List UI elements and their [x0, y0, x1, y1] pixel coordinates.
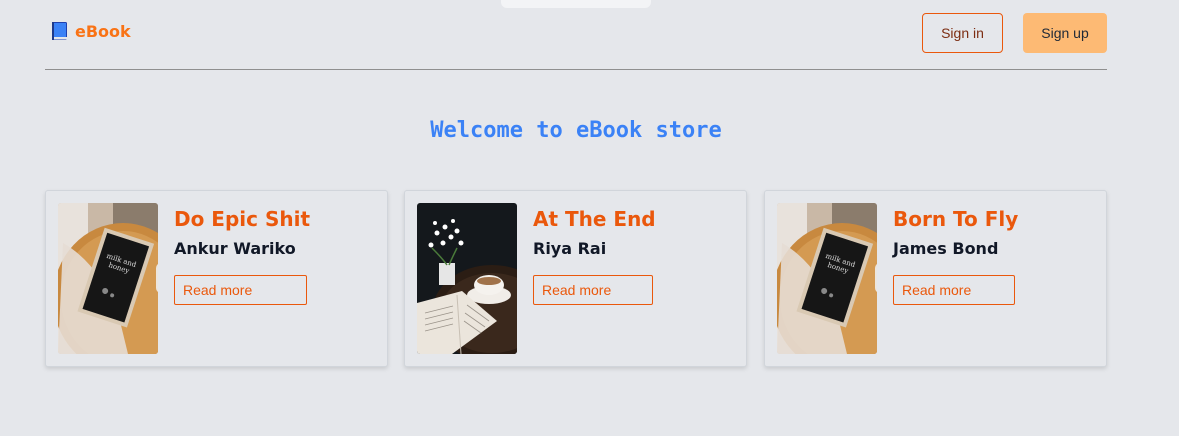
book-author: James Bond [893, 239, 999, 258]
book-cover-image [417, 203, 517, 354]
read-more-button[interactable]: Read more [893, 275, 1015, 305]
read-more-button[interactable]: Read more [174, 275, 307, 305]
book-author: Ankur Wariko [174, 239, 296, 258]
book-card: At The End Riya Rai Read more [404, 190, 747, 367]
book-cover-image: milk and honey [777, 203, 877, 354]
read-more-button[interactable]: Read more [533, 275, 653, 305]
book-author: Riya Rai [533, 239, 607, 258]
book-title: Born To Fly [893, 207, 1019, 231]
sign-up-button[interactable]: Sign up [1023, 13, 1107, 53]
sign-in-button[interactable]: Sign in [922, 13, 1003, 53]
book-title: Do Epic Shit [174, 207, 311, 231]
brand-link[interactable]: eBook [51, 21, 131, 41]
page-title: Welcome to eBook store [430, 118, 722, 143]
brand-name: eBook [75, 21, 131, 41]
book-icon [52, 22, 67, 40]
navbar: eBook Sign in Sign up [45, 0, 1107, 70]
book-title: At The End [533, 207, 656, 231]
book-card: milk and honey Do Epic Shit Ankur Wariko… [45, 190, 388, 367]
book-card: milk and honey Born To Fly James Bond Re… [764, 190, 1107, 367]
book-cover-image: milk and honey [58, 203, 158, 354]
